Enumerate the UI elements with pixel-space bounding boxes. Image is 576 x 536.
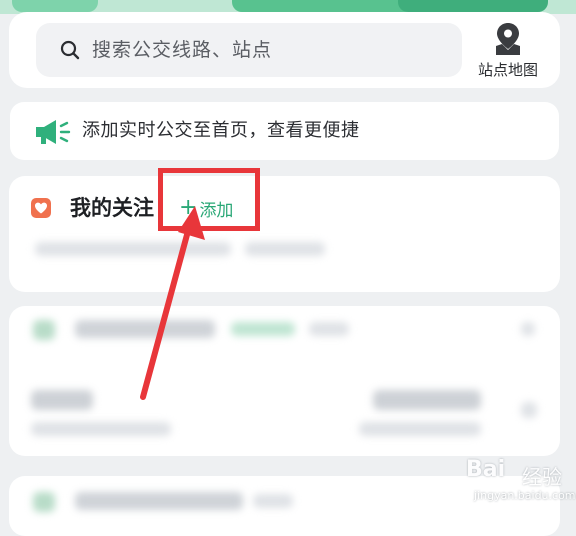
heart-icon <box>31 198 51 218</box>
my-follows-title: 我的关注 <box>70 196 154 220</box>
watermark-logo: Bai 经验 jingyan.baidu.com <box>466 451 576 513</box>
banner-shape <box>12 0 98 12</box>
promo-banner[interactable]: 添加实时公交至首页，查看更便捷 <box>10 102 559 160</box>
megaphone-icon <box>36 120 71 144</box>
search-card: 搜索公交线路、站点 站点地图 <box>9 12 560 88</box>
map-pin-icon <box>496 23 520 55</box>
blurred-line-name <box>75 492 243 510</box>
blurred-line-meta <box>309 322 349 336</box>
blurred-arrival-chevron <box>521 402 537 418</box>
blurred-line-icon <box>33 320 55 340</box>
blurred-stop-desc <box>31 422 171 436</box>
station-map-button[interactable]: 站点地图 <box>466 22 550 82</box>
search-placeholder: 搜索公交线路、站点 <box>92 39 273 61</box>
banner-shape <box>232 0 414 12</box>
blurred-stop-name <box>31 390 93 410</box>
promo-text: 添加实时公交至首页，查看更便捷 <box>82 120 360 141</box>
heart-shape <box>35 202 47 214</box>
my-follows-card: 我的关注 + 添加 <box>9 176 560 292</box>
blurred-line-tag <box>231 322 295 336</box>
highlight-box <box>158 168 260 231</box>
blurred-arrival <box>373 390 481 410</box>
watermark-cn: 经验 <box>522 465 562 489</box>
station-map-label: 站点地图 <box>477 61 538 79</box>
watermark-brand: Bai <box>466 457 506 482</box>
blurred-subtitle <box>245 242 325 256</box>
bus-line-card[interactable] <box>9 306 560 456</box>
search-input[interactable]: 搜索公交线路、站点 <box>36 23 462 77</box>
blurred-line-icon <box>33 492 55 512</box>
watermark-url: jingyan.baidu.com <box>474 489 576 502</box>
search-icon <box>60 40 80 60</box>
blurred-chevron <box>521 322 535 336</box>
blurred-arrival-desc <box>359 422 481 436</box>
blurred-line-meta <box>253 494 293 508</box>
blurred-line-name <box>75 320 215 338</box>
banner-shape <box>398 0 548 12</box>
blurred-subtitle <box>35 242 231 256</box>
